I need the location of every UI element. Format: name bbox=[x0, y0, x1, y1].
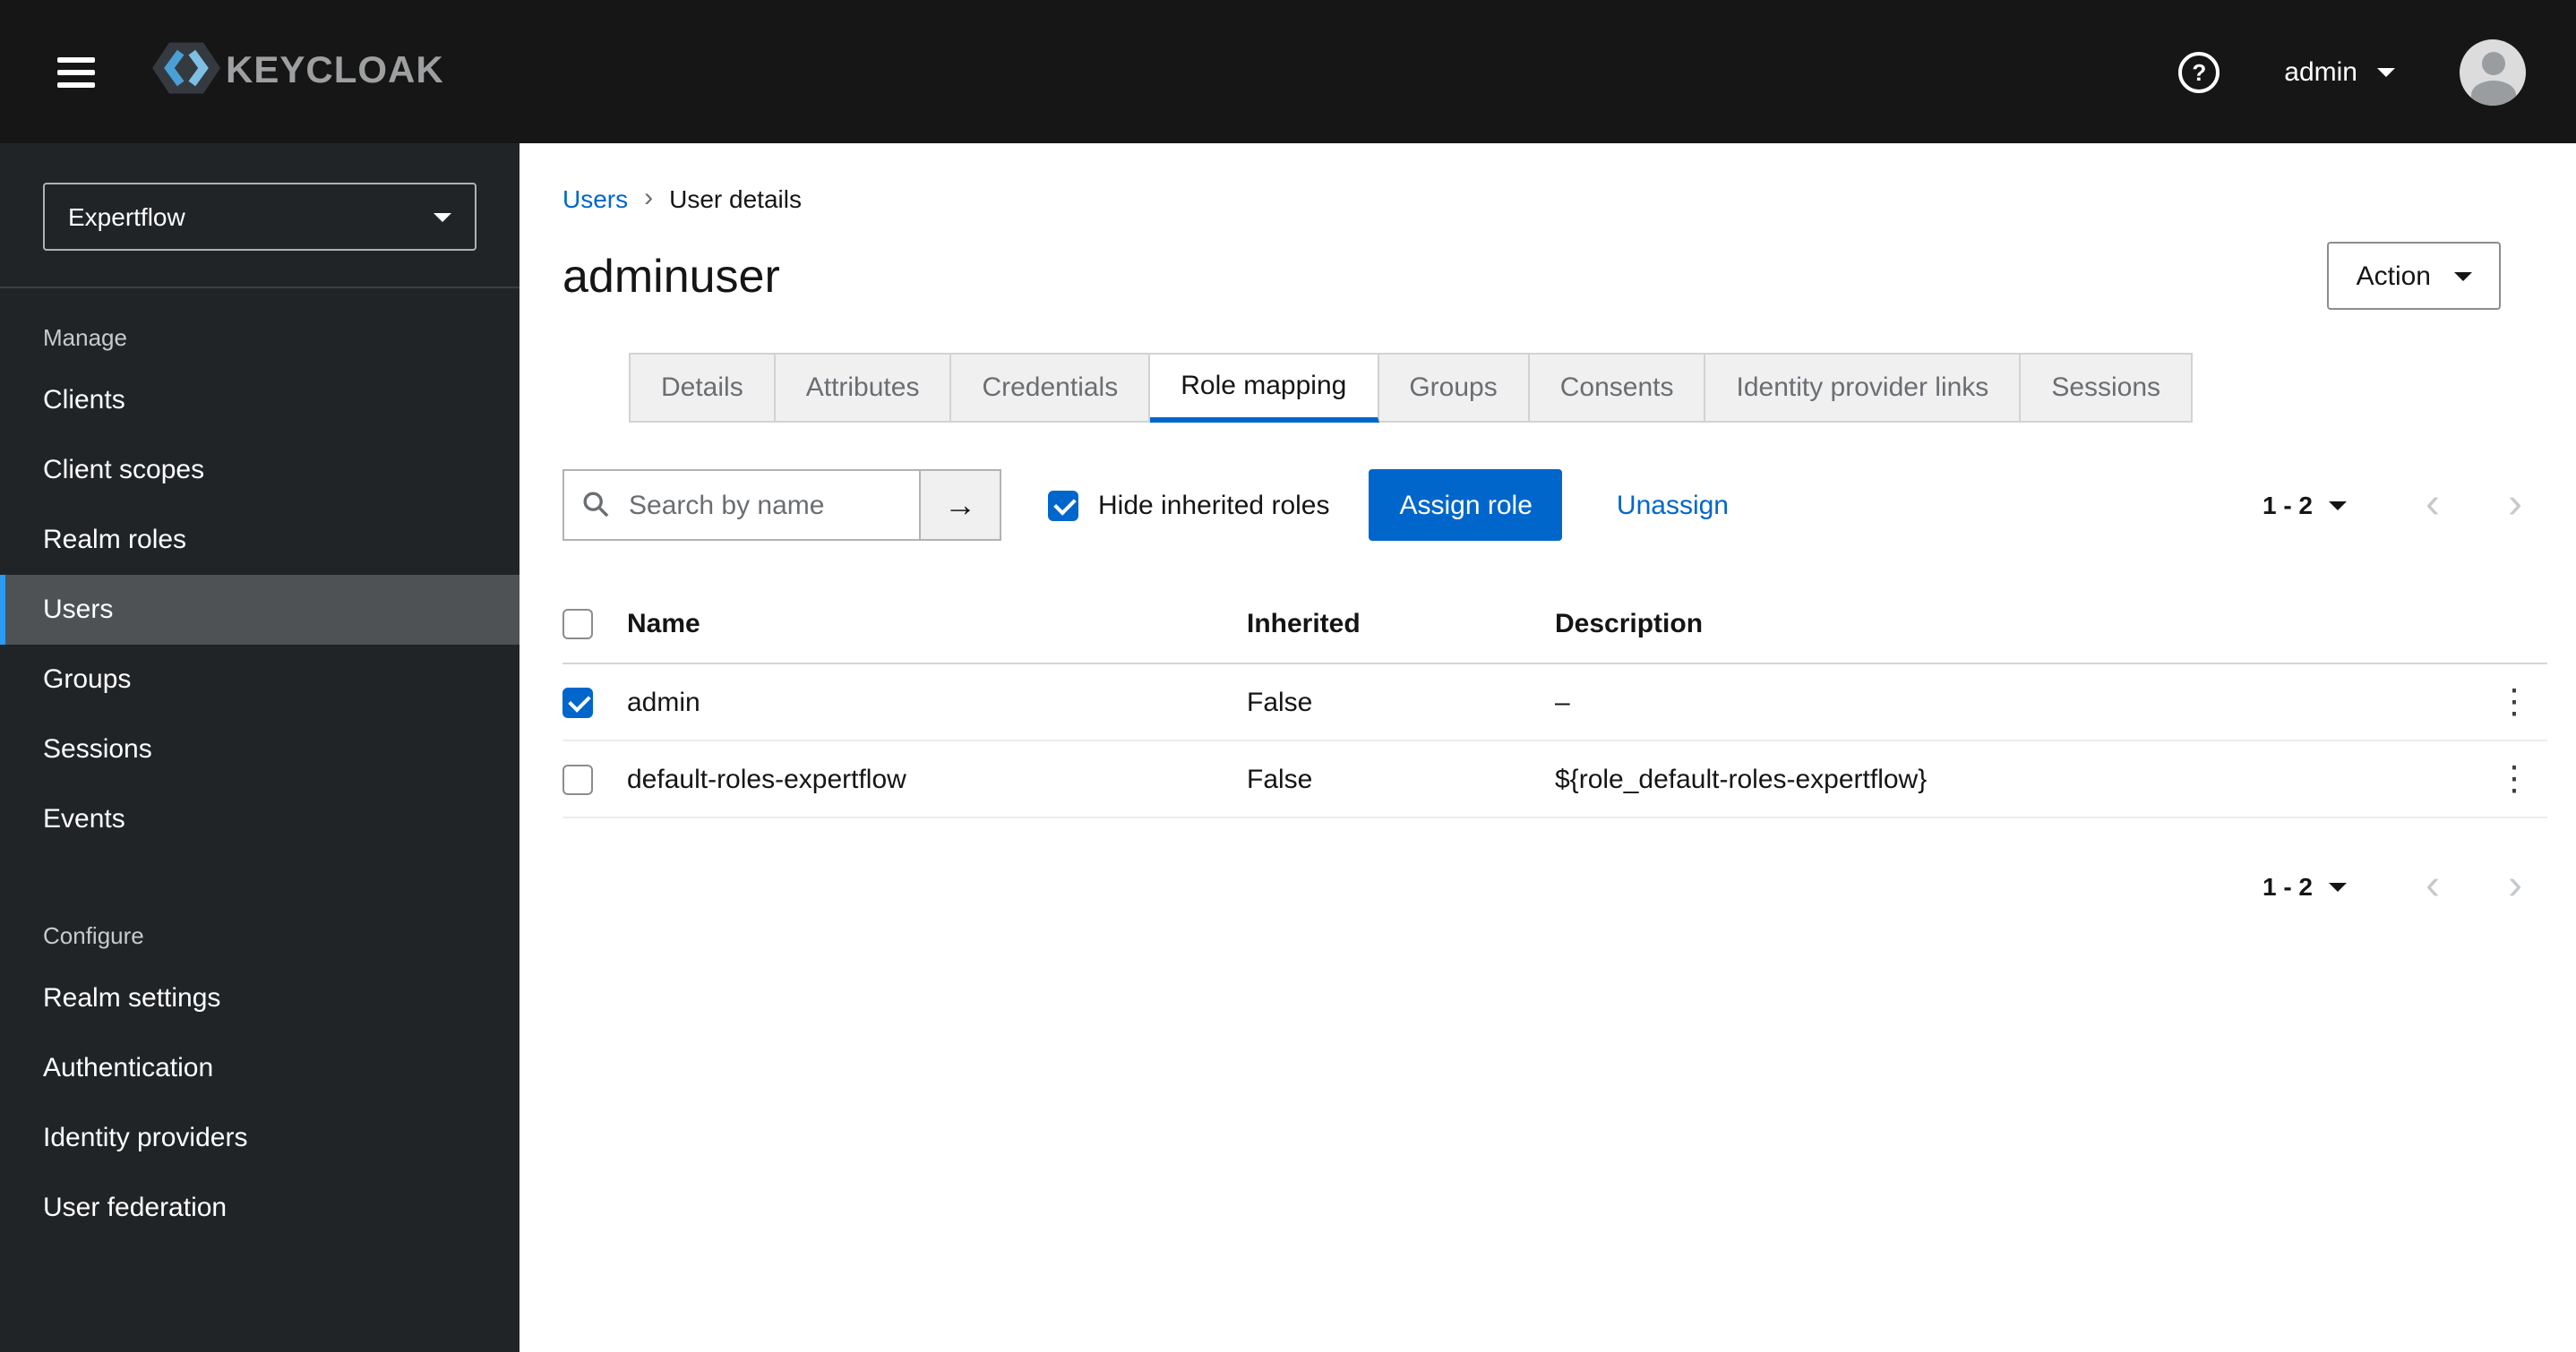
keycloak-logo-icon bbox=[152, 34, 220, 109]
sidebar-item-identity-providers[interactable]: Identity providers bbox=[0, 1103, 519, 1173]
sidebar-section-title: Configure bbox=[43, 922, 144, 949]
sidebar-item-events[interactable]: Events bbox=[0, 784, 519, 854]
sidebar-section-title: Manage bbox=[43, 324, 127, 351]
tab-attributes[interactable]: Attributes bbox=[775, 353, 952, 423]
caret-down-icon bbox=[2329, 882, 2347, 891]
kebab-menu-icon[interactable]: ⋮ bbox=[2497, 685, 2533, 719]
hamburger-menu-icon[interactable] bbox=[50, 49, 102, 94]
table-row: admin False – ⋮ bbox=[562, 664, 2547, 741]
sidebar-item-groups[interactable]: Groups bbox=[0, 645, 519, 715]
bottom-pagination: 1 - 2 ‹ › bbox=[562, 864, 2547, 908]
tab-credentials[interactable]: Credentials bbox=[951, 353, 1151, 423]
pagination-range: 1 - 2 bbox=[2262, 872, 2313, 901]
action-button-label: Action bbox=[2356, 261, 2431, 291]
action-button[interactable]: Action bbox=[2327, 242, 2501, 310]
caret-down-icon bbox=[2454, 271, 2472, 280]
row-checkbox[interactable] bbox=[562, 764, 593, 794]
search-icon bbox=[582, 491, 609, 525]
previous-page-button[interactable]: ‹ bbox=[2426, 864, 2440, 908]
next-page-button[interactable]: › bbox=[2508, 864, 2522, 908]
sidebar-item-clients[interactable]: Clients bbox=[0, 365, 519, 435]
sidebar-item-authentication[interactable]: Authentication bbox=[0, 1033, 519, 1103]
realm-selector-block: Expertflow bbox=[0, 143, 519, 288]
breadcrumb-users-link[interactable]: Users bbox=[562, 184, 628, 212]
search-submit-button[interactable]: → bbox=[919, 469, 1001, 541]
column-header-inherited: Inherited bbox=[1247, 609, 1361, 639]
kebab-menu-icon[interactable]: ⋮ bbox=[2497, 762, 2533, 796]
previous-page-button[interactable]: ‹ bbox=[2426, 483, 2440, 526]
tabs: Details Attributes Credentials Role mapp… bbox=[629, 353, 2547, 423]
caret-down-icon bbox=[2377, 67, 2395, 76]
sidebar-item-realm-roles[interactable]: Realm roles bbox=[0, 505, 519, 575]
realm-selector[interactable]: Expertflow bbox=[43, 183, 477, 251]
sidebar-item-client-scopes[interactable]: Client scopes bbox=[0, 435, 519, 505]
sidebar-item-sessions[interactable]: Sessions bbox=[0, 715, 519, 784]
row-checkbox[interactable] bbox=[562, 687, 593, 717]
tab-identity-provider-links[interactable]: Identity provider links bbox=[1705, 353, 2022, 423]
sidebar-item-user-federation[interactable]: User federation bbox=[0, 1173, 519, 1243]
select-all-checkbox[interactable] bbox=[562, 609, 593, 639]
search-group: → bbox=[562, 469, 1001, 541]
sidebar: Expertflow Manage Clients Client scopes … bbox=[0, 143, 519, 1352]
help-icon[interactable]: ? bbox=[2178, 51, 2220, 92]
page-title: adminuser bbox=[562, 248, 780, 302]
description-cell: – bbox=[1555, 687, 1570, 717]
user-menu[interactable]: admin bbox=[2284, 56, 2395, 87]
inherited-cell: False bbox=[1247, 764, 1313, 794]
app-header: KEYCLOAK ? admin bbox=[0, 0, 2576, 143]
pagination-range: 1 - 2 bbox=[2262, 491, 2313, 519]
description-cell: ${role_default-roles-expertflow} bbox=[1555, 764, 1928, 794]
role-mapping-toolbar: → Hide inherited roles Assign role Unass… bbox=[562, 469, 2547, 541]
hide-inherited-checkbox[interactable] bbox=[1048, 490, 1078, 520]
search-input[interactable] bbox=[562, 469, 921, 541]
breadcrumb: Users › User details bbox=[562, 143, 2547, 213]
tab-details[interactable]: Details bbox=[629, 353, 776, 423]
breadcrumb-current: User details bbox=[669, 184, 802, 212]
tab-groups[interactable]: Groups bbox=[1378, 353, 1530, 423]
top-pagination: 1 - 2 ‹ › bbox=[2263, 483, 2547, 526]
caret-down-icon bbox=[2329, 501, 2347, 509]
sidebar-item-users[interactable]: Users bbox=[0, 575, 519, 645]
tab-consents[interactable]: Consents bbox=[1529, 353, 1706, 423]
next-page-button[interactable]: › bbox=[2508, 483, 2522, 526]
realm-selector-label: Expertflow bbox=[68, 202, 185, 231]
role-mapping-table: Name Inherited Description admin False –… bbox=[562, 586, 2547, 818]
keycloak-logo[interactable]: KEYCLOAK bbox=[152, 34, 444, 109]
pagination-menu-toggle[interactable]: 1 - 2 bbox=[2263, 872, 2347, 901]
hide-inherited-label: Hide inherited roles bbox=[1098, 490, 1330, 520]
main-content: Users › User details adminuser Action De… bbox=[519, 143, 2576, 1352]
unassign-link[interactable]: Unassign bbox=[1617, 490, 1729, 520]
table-row: default-roles-expertflow False ${role_de… bbox=[562, 741, 2547, 818]
breadcrumb-separator-icon: › bbox=[644, 183, 654, 213]
role-name-cell: default-roles-expertflow bbox=[627, 764, 906, 794]
tab-role-mapping[interactable]: Role mapping bbox=[1150, 353, 1379, 423]
sidebar-section-configure: Configure Realm settings Authentication … bbox=[0, 854, 519, 1243]
header-actions: ? admin bbox=[2178, 39, 2526, 105]
arrow-right-icon: → bbox=[944, 486, 976, 522]
keycloak-admin-console: KEYCLOAK ? admin Expertflow Manage Clien… bbox=[0, 0, 2576, 1352]
column-header-description: Description bbox=[1555, 609, 1704, 639]
assign-role-button[interactable]: Assign role bbox=[1369, 469, 1563, 541]
title-row: adminuser Action bbox=[562, 242, 2547, 310]
pagination-menu-toggle[interactable]: 1 - 2 bbox=[2263, 491, 2347, 519]
table-header-row: Name Inherited Description bbox=[562, 586, 2547, 664]
column-header-name: Name bbox=[627, 609, 700, 639]
main-layout: Expertflow Manage Clients Client scopes … bbox=[0, 143, 2576, 1352]
avatar[interactable] bbox=[2460, 39, 2526, 105]
inherited-cell: False bbox=[1247, 687, 1313, 717]
sidebar-section-manage: Manage Clients Client scopes Realm roles… bbox=[0, 288, 519, 854]
keycloak-logo-text: KEYCLOAK bbox=[226, 50, 444, 91]
hide-inherited-toggle[interactable]: Hide inherited roles bbox=[1048, 490, 1330, 520]
role-name-cell: admin bbox=[627, 687, 700, 717]
sidebar-item-realm-settings[interactable]: Realm settings bbox=[0, 963, 519, 1033]
user-menu-label: admin bbox=[2284, 56, 2357, 87]
tab-sessions[interactable]: Sessions bbox=[2021, 353, 2194, 423]
caret-down-icon bbox=[434, 212, 451, 221]
